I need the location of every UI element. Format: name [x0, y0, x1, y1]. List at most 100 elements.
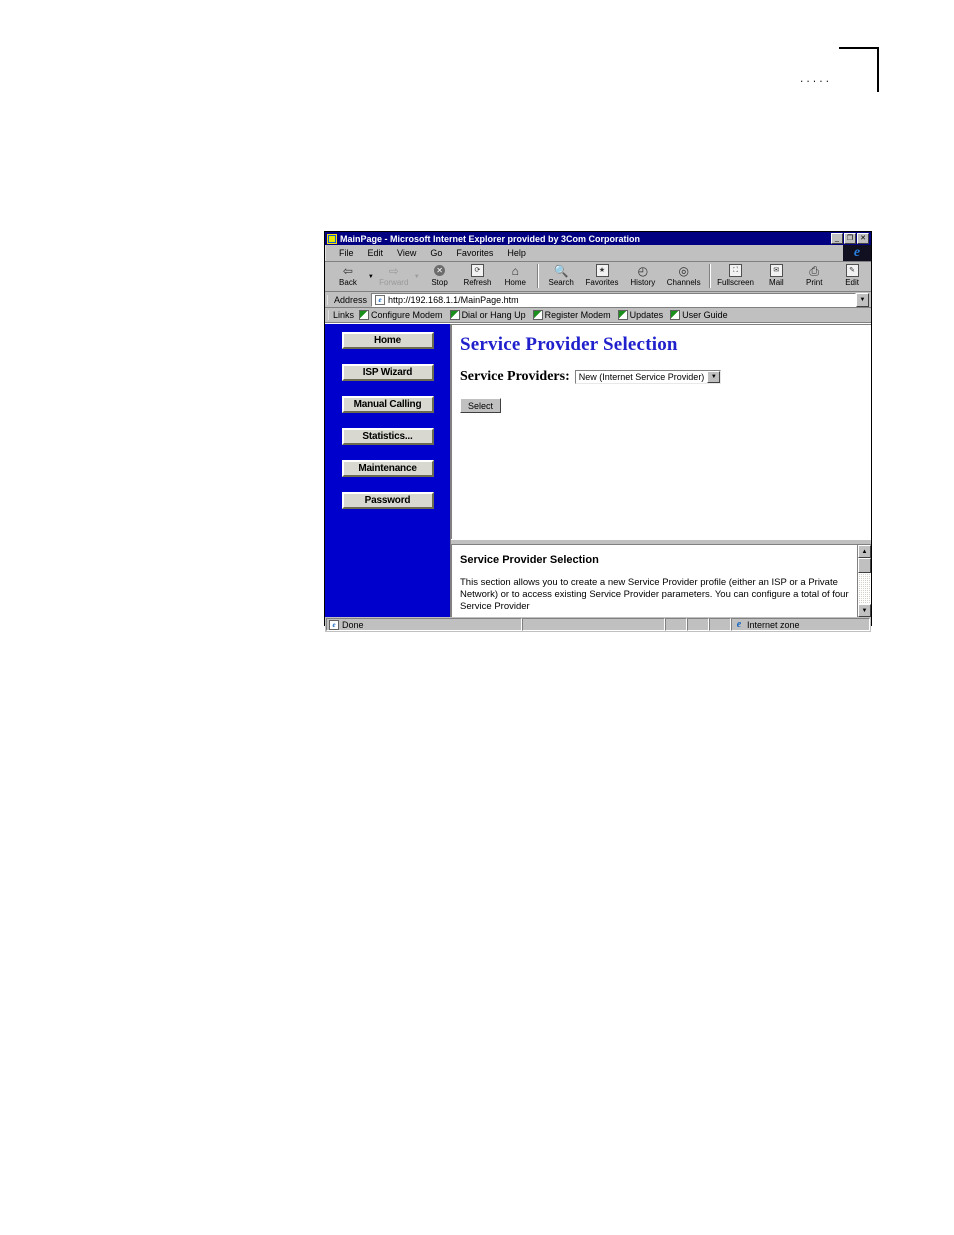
link-configure-modem[interactable]: Configure Modem — [359, 310, 443, 320]
mail-icon: ✉ — [768, 263, 784, 278]
service-providers-label: Service Providers: — [460, 369, 570, 384]
menu-item-file[interactable]: File — [332, 248, 361, 258]
address-url-text: http://192.168.1.1/MainPage.htm — [388, 294, 519, 305]
nav-frame: Home ISP Wizard Manual Calling Statistics..… — [325, 324, 451, 617]
link-folder-icon — [532, 310, 543, 320]
ie-logo-box[interactable]: e — [843, 245, 871, 261]
restore-button[interactable]: ❐ — [844, 233, 856, 244]
toolbar-button-edit[interactable]: ✎ Edit — [833, 262, 871, 291]
toolbar-separator — [708, 264, 711, 288]
stop-icon: ✕ — [432, 263, 448, 278]
title-bar: MainPage - Microsoft Internet Explorer p… — [325, 232, 871, 245]
toolbar-label-refresh: Refresh — [463, 278, 492, 287]
toolbar-button-back[interactable]: ⇦ Back — [329, 262, 367, 291]
nav-button-statistics[interactable]: Statistics... — [341, 428, 434, 445]
link-folder-icon — [617, 310, 628, 320]
link-register-modem[interactable]: Register Modem — [532, 310, 611, 320]
menu-item-favorites[interactable]: Favorites — [449, 248, 500, 258]
chevron-down-icon[interactable]: ▼ — [707, 371, 721, 383]
menu-item-edit[interactable]: Edit — [361, 248, 391, 258]
history-icon: ◴ — [637, 263, 649, 278]
scroll-thumb[interactable] — [858, 558, 871, 573]
address-input[interactable]: http://192.168.1.1/MainPage.htm — [371, 292, 856, 307]
toolbar-button-search[interactable]: 🔍 Search — [542, 262, 580, 291]
status-zone-cell: e Internet zone — [731, 618, 870, 631]
toolbar-button-fullscreen[interactable]: ⛶ Fullscreen — [714, 262, 758, 291]
scroll-down-button[interactable]: ▼ — [858, 604, 871, 617]
help-scrollbar[interactable]: ▲ ▼ — [857, 545, 871, 617]
menu-item-help[interactable]: Help — [500, 248, 533, 258]
scroll-track[interactable] — [858, 573, 871, 604]
status-slot-1 — [665, 618, 687, 631]
corner-dotted-line: ····· — [799, 77, 832, 87]
toolbar-label-print: Print — [806, 278, 823, 287]
link-label: Updates — [629, 310, 664, 320]
nav-button-maintenance[interactable]: Maintenance — [341, 460, 434, 477]
nav-button-home[interactable]: Home — [341, 332, 434, 349]
links-label: Links — [328, 310, 359, 320]
toolbar-label-edit: Edit — [845, 278, 859, 287]
menu-bar: File Edit View Go Favorites Help — [325, 245, 843, 261]
help-frame: Service Provider Selection This section … — [451, 544, 871, 617]
toolbar-button-favorites[interactable]: ★ Favorites — [580, 262, 624, 291]
status-slot-3 — [709, 618, 731, 631]
toolbar-label-channels: Channels — [666, 278, 701, 287]
nav-button-isp-wizard[interactable]: ISP Wizard — [341, 364, 434, 381]
link-user-guide[interactable]: User Guide — [670, 310, 728, 320]
menu-item-view[interactable]: View — [390, 248, 423, 258]
links-bar: Links Configure Modem Dial or Hang Up Regi… — [325, 308, 871, 323]
help-body: Service Provider Selection This section … — [452, 545, 857, 617]
toolbar-label-mail: Mail — [769, 278, 784, 287]
toolbar-button-home[interactable]: ⌂ Home — [496, 262, 534, 291]
home-icon: ⌂ — [511, 263, 519, 278]
status-message: Done — [342, 619, 364, 630]
service-provider-selected-value: New (Internet Service Provider) — [578, 372, 705, 382]
toolbar-label-forward: Forward — [379, 278, 409, 287]
toolbar-button-mail[interactable]: ✉ Mail — [757, 262, 795, 291]
forward-arrow-icon: ⇨ — [388, 263, 399, 278]
window-title: MainPage - Microsoft Internet Explorer p… — [340, 233, 641, 244]
toolbar-button-print[interactable]: ⎙ Print — [795, 262, 833, 291]
channels-icon: ◎ — [678, 263, 689, 278]
toolbar-label-back: Back — [339, 278, 357, 287]
address-label: Address — [327, 294, 371, 305]
link-updates[interactable]: Updates — [617, 310, 664, 320]
status-message-cell: Done — [326, 618, 522, 631]
fullscreen-icon: ⛶ — [728, 263, 744, 278]
browser-window: MainPage - Microsoft Internet Explorer p… — [324, 231, 872, 632]
help-text: This section allows you to create a new … — [460, 577, 849, 612]
edit-icon: ✎ — [844, 263, 860, 278]
page-corner-mark: ····· — [799, 47, 879, 92]
link-label: Dial or Hang Up — [461, 310, 526, 320]
back-arrow-icon: ⇦ — [342, 263, 353, 278]
service-provider-row: Service Providers: New (Internet Service… — [460, 369, 871, 385]
select-button[interactable]: Select — [460, 398, 501, 413]
toolbar-button-refresh[interactable]: ⟳ Refresh — [459, 262, 497, 291]
link-dial-or-hang-up[interactable]: Dial or Hang Up — [449, 310, 526, 320]
link-label: User Guide — [682, 310, 728, 320]
minimize-button[interactable]: _ — [831, 233, 843, 244]
link-label: Register Modem — [544, 310, 611, 320]
address-dropdown-button[interactable]: ▼ — [856, 292, 869, 307]
toolbar-label-home: Home — [504, 278, 526, 287]
page-title: Service Provider Selection — [460, 334, 678, 355]
main-frame: Service Provider Selection Service Provi… — [451, 324, 871, 539]
nav-button-manual-calling[interactable]: Manual Calling — [341, 396, 434, 413]
nav-button-password[interactable]: Password — [341, 492, 434, 509]
menu-row: File Edit View Go Favorites Help e — [325, 245, 871, 262]
browser-toolbar: ⇦ Back ▼ ⇨ Forward ▼ ✕ Stop ⟳ Refresh ⌂ Home 🔍 Search… — [325, 262, 871, 292]
close-button[interactable]: ✕ — [857, 233, 869, 244]
status-bar: Done e Internet zone — [325, 617, 871, 632]
service-provider-select[interactable]: New (Internet Service Provider) ▼ — [574, 370, 722, 384]
help-title: Service Provider Selection — [460, 554, 599, 566]
toolbar-dropdown-back[interactable]: ▼ — [367, 262, 375, 291]
toolbar-button-forward: ⇨ Forward — [375, 262, 413, 291]
toolbar-button-history[interactable]: ◴ History — [624, 262, 662, 291]
scroll-up-button[interactable]: ▲ — [858, 545, 871, 558]
menu-item-go[interactable]: Go — [423, 248, 449, 258]
ie-logo-icon: e — [853, 245, 861, 260]
toolbar-button-channels[interactable]: ◎ Channels — [662, 262, 706, 291]
toolbar-button-stop[interactable]: ✕ Stop — [421, 262, 459, 291]
search-icon: 🔍 — [553, 263, 569, 278]
status-zone-label: Internet zone — [747, 619, 800, 630]
